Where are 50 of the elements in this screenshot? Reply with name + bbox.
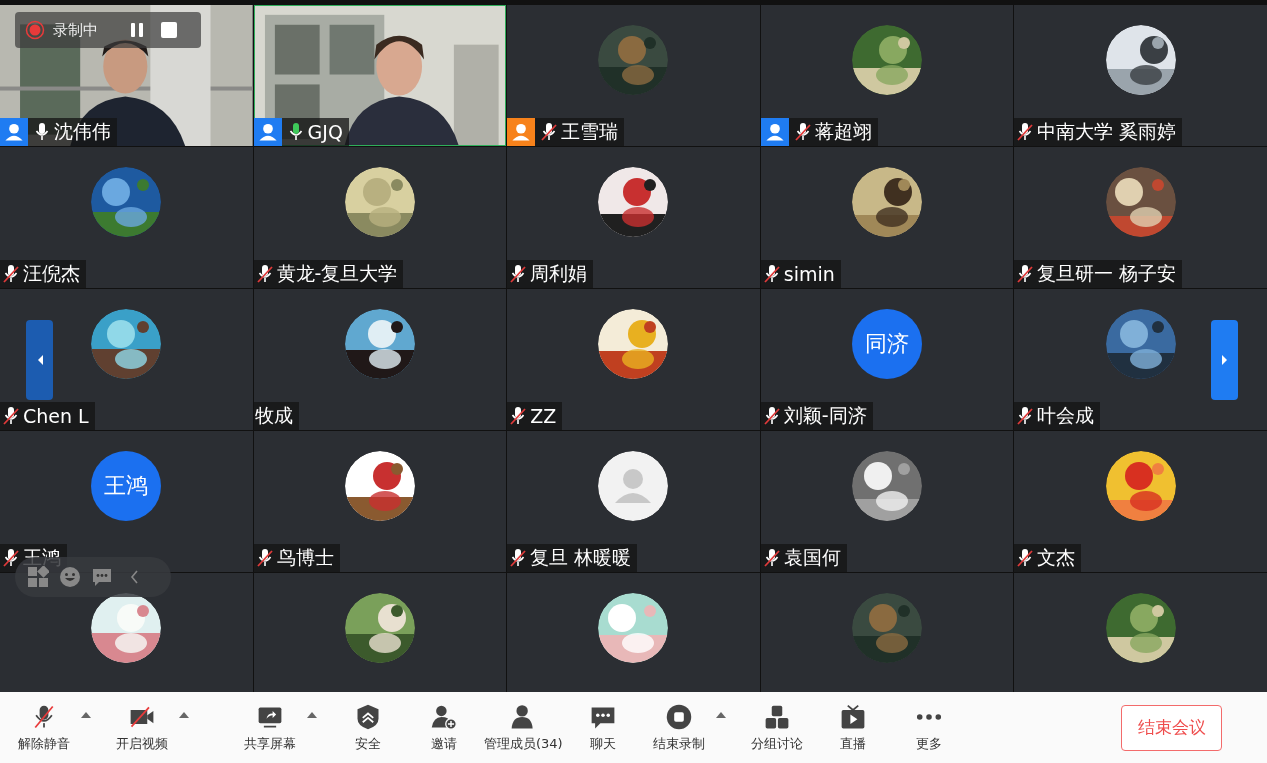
participant-name: 袁国何 xyxy=(782,545,841,570)
participant-name: 沈伟伟 xyxy=(53,119,111,144)
toolbar-button[interactable]: 管理成员(34) xyxy=(484,702,563,753)
participant-name: 周利娟 xyxy=(529,261,588,286)
participant-name: 复旦研一 杨子安 xyxy=(1036,261,1177,286)
toolbar-button[interactable]: 解除静音 xyxy=(8,702,80,753)
toolbar-button[interactable]: 直播 xyxy=(816,702,889,753)
recording-label: 录制中 xyxy=(53,20,98,40)
caret-icon[interactable] xyxy=(714,710,727,719)
pause-icon[interactable] xyxy=(128,21,146,39)
participant-name: 牧成 xyxy=(253,403,293,428)
participant-name: 王鸿 xyxy=(22,545,61,570)
chat-icon[interactable] xyxy=(91,566,113,588)
emoji-icon[interactable] xyxy=(59,566,81,588)
participant-name: 复旦 林暖暖 xyxy=(529,545,632,570)
toolbar-button[interactable]: 共享屏幕 xyxy=(234,702,306,753)
participant-name: 王雪瑞 xyxy=(560,119,619,144)
person-icon xyxy=(598,451,669,521)
more-icon xyxy=(915,712,942,721)
participant-name: 鸟博士 xyxy=(275,545,334,570)
participant-name: simin xyxy=(782,263,835,285)
caret-icon[interactable] xyxy=(80,710,92,719)
collapse-icon[interactable] xyxy=(129,569,139,585)
toolbar-button[interactable]: 结束录制 xyxy=(642,702,715,753)
participant-name: ZZ xyxy=(529,405,557,427)
end-meeting-button[interactable]: 结束会议 xyxy=(1121,704,1222,751)
toolbar-button[interactable]: 邀请 xyxy=(408,702,480,753)
participant-name: 黄龙-复旦大学 xyxy=(275,261,398,286)
participant-name: 中南大学 奚雨婷 xyxy=(1036,119,1177,144)
toolbar-button[interactable]: 更多 xyxy=(892,702,965,753)
avatar-initials: 王鸿 xyxy=(91,451,162,521)
toolbar-button[interactable]: 安全 xyxy=(332,702,404,753)
record-icon xyxy=(25,20,45,40)
toolbar-button[interactable]: 分组讨论 xyxy=(740,702,813,753)
participant-name: Chen L xyxy=(22,405,89,427)
layout-icon[interactable] xyxy=(27,566,49,588)
toolbar-button[interactable]: 开启视频 xyxy=(106,702,178,753)
participant-name: 刘颖-同济 xyxy=(782,403,867,428)
avatar-initials: 同济 xyxy=(852,309,923,379)
stop-icon[interactable] xyxy=(160,21,178,39)
participant-name: 叶会成 xyxy=(1036,403,1095,428)
toolbar-button[interactable]: 聊天 xyxy=(566,702,639,753)
participant-name: GJQ xyxy=(306,121,343,143)
participant-name: 文杰 xyxy=(1036,545,1076,570)
chevron-right-icon xyxy=(1220,354,1229,366)
stop-icon xyxy=(664,702,693,731)
participant-name: 汪倪杰 xyxy=(22,261,80,286)
caret-icon[interactable] xyxy=(306,710,318,719)
participant-name: 蒋超翊 xyxy=(813,119,872,144)
caret-icon[interactable] xyxy=(178,710,190,719)
